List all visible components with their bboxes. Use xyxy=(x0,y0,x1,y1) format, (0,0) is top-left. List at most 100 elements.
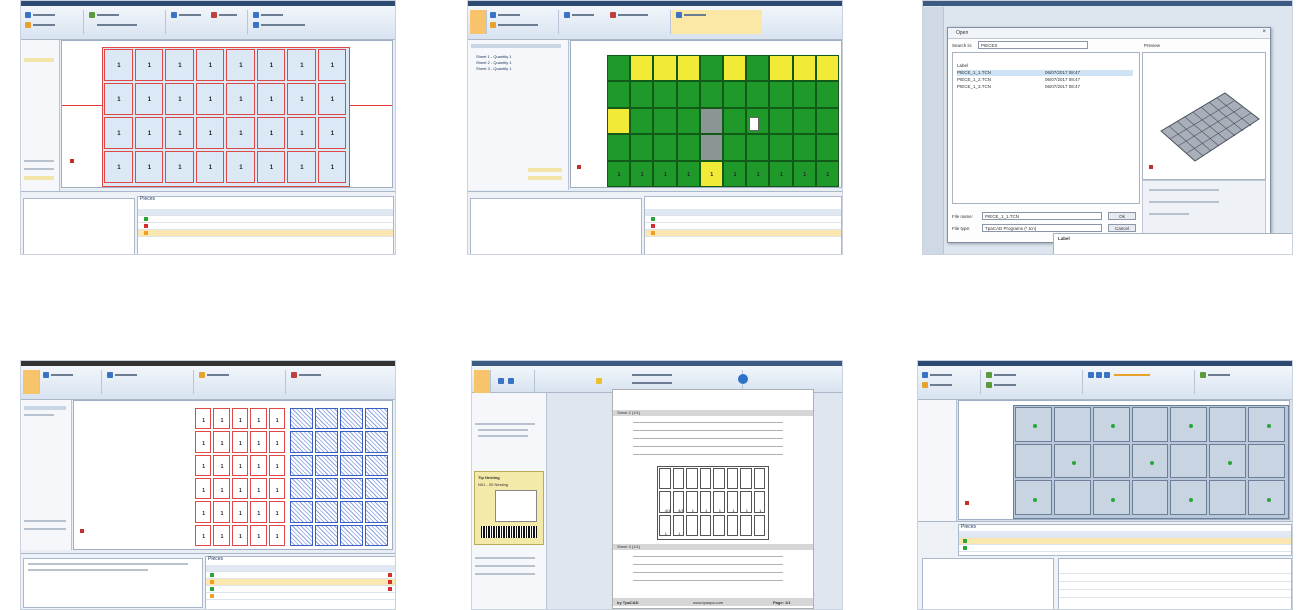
nested-piece[interactable]: 1 xyxy=(317,49,346,81)
nested-piece[interactable]: 1 xyxy=(268,431,285,453)
nested-piece[interactable] xyxy=(1131,443,1169,479)
optimize-icon[interactable] xyxy=(199,372,205,378)
nesting-canvas[interactable]: 1 1 1 1 1 1 1 1 1 1 1 1 1 1 1 1 1 1 1 1 1 1 1 1 1 1 1 1 1 1 1 1 xyxy=(61,40,393,188)
tree-item[interactable] xyxy=(478,429,528,431)
hatched-piece[interactable] xyxy=(290,501,313,523)
nested-piece[interactable] xyxy=(630,134,654,161)
hatched-piece[interactable] xyxy=(365,408,388,430)
tree-item[interactable] xyxy=(475,423,535,425)
table-row[interactable] xyxy=(138,216,393,223)
nested-piece[interactable] xyxy=(676,107,700,135)
screenshot-thumbnail-2[interactable]: Sheet 1 - Quantity 1 Sheet 2 - Quantity … xyxy=(467,0,843,255)
nested-piece[interactable] xyxy=(769,55,793,82)
nested-piece[interactable]: 1 xyxy=(213,524,230,546)
nested-piece[interactable]: 1 xyxy=(676,160,700,187)
nested-piece[interactable] xyxy=(746,81,770,108)
file-row[interactable]: PIECE_1_3.TCN 06/07/2017 08:47 xyxy=(957,84,1133,90)
nested-piece[interactable]: 1 xyxy=(268,524,285,546)
nested-piece[interactable]: 1 xyxy=(250,524,267,546)
nested-piece[interactable] xyxy=(1248,480,1285,515)
nested-piece[interactable]: 1 xyxy=(256,49,285,81)
nesting-canvas[interactable]: 1 1 1 1 1 1 1 1 1 1 1 1 1 1 1 1 1 1 1 1 1 1 1 1 1 1 1 1 1 1 xyxy=(73,400,393,550)
nested-piece[interactable]: 1 xyxy=(213,408,230,430)
nested-piece[interactable]: 1 xyxy=(231,454,249,476)
nested-piece[interactable]: 1 xyxy=(268,454,285,476)
nested-piece[interactable]: 1 xyxy=(226,117,255,149)
nested-piece[interactable]: 1 xyxy=(195,151,224,183)
new-icon[interactable] xyxy=(922,372,928,378)
view-icon[interactable] xyxy=(1096,372,1102,378)
nested-piece[interactable] xyxy=(699,55,723,82)
nested-piece[interactable]: 1 xyxy=(226,83,255,115)
tree-item[interactable] xyxy=(24,414,54,416)
nested-piece[interactable]: 1 xyxy=(213,431,230,453)
open-icon[interactable] xyxy=(922,382,928,388)
nested-piece[interactable]: 1 xyxy=(769,160,793,187)
hatched-piece[interactable] xyxy=(340,524,363,546)
hatched-piece[interactable] xyxy=(365,501,388,523)
nested-piece[interactable]: 1 xyxy=(268,478,285,500)
nested-piece[interactable] xyxy=(676,81,700,108)
nested-piece[interactable] xyxy=(1209,480,1247,515)
nested-piece[interactable]: 1 xyxy=(630,160,654,187)
new-icon[interactable] xyxy=(490,12,496,18)
ok-button[interactable]: Ok xyxy=(1108,212,1136,220)
nested-piece[interactable]: 1 xyxy=(213,454,230,476)
nested-piece[interactable]: 1 xyxy=(250,501,267,523)
nested-piece[interactable]: 1 xyxy=(226,49,255,81)
nested-piece[interactable] xyxy=(607,107,631,135)
hatched-piece[interactable] xyxy=(365,431,388,453)
first-page-icon[interactable] xyxy=(498,378,504,384)
nested-piece[interactable] xyxy=(1092,480,1130,515)
screenshot-thumbnail-4[interactable]: 1 1 1 1 1 1 1 1 1 1 1 1 1 1 1 1 1 1 1 1 1 1 1 1 1 1 1 1 1 1 Pieces xyxy=(20,360,396,610)
nested-piece[interactable] xyxy=(723,134,747,161)
nested-piece[interactable] xyxy=(1015,407,1052,442)
report-icon[interactable] xyxy=(211,12,217,18)
nested-piece[interactable] xyxy=(630,81,654,108)
nested-piece[interactable] xyxy=(792,134,816,161)
nested-piece[interactable] xyxy=(792,55,816,82)
nested-piece[interactable]: 1 xyxy=(287,83,316,115)
nested-piece[interactable] xyxy=(1170,407,1208,442)
nested-piece[interactable] xyxy=(653,107,677,135)
previous-page-icon[interactable] xyxy=(508,378,514,384)
nesting-icon[interactable] xyxy=(89,12,95,18)
panel-field[interactable] xyxy=(24,176,54,180)
pieces-table[interactable]: Pieces xyxy=(958,524,1292,556)
nested-piece[interactable]: 1 xyxy=(317,151,346,183)
open-icon[interactable] xyxy=(25,22,31,28)
nested-piece[interactable] xyxy=(815,134,839,161)
nested-piece[interactable]: 1 xyxy=(134,83,163,115)
options-icon[interactable] xyxy=(1200,372,1206,378)
tree-item[interactable]: Sheet 3 - Quantity 1 xyxy=(476,66,512,71)
nested-piece[interactable] xyxy=(1053,443,1091,479)
nested-piece[interactable]: 1 xyxy=(213,478,230,500)
filename-field[interactable]: PIECE_1_1.TCN xyxy=(982,212,1102,220)
nested-piece[interactable] xyxy=(653,81,677,108)
nested-piece[interactable] xyxy=(1131,480,1169,515)
pieces-table[interactable]: Pieces xyxy=(205,556,395,609)
nested-piece[interactable] xyxy=(1015,443,1052,479)
nested-piece[interactable] xyxy=(746,134,770,161)
nested-piece[interactable]: 1 xyxy=(231,478,249,500)
option-row[interactable] xyxy=(1149,189,1219,191)
sheet-icon[interactable] xyxy=(986,382,992,388)
nested-piece[interactable]: 1 xyxy=(226,151,255,183)
table-row[interactable] xyxy=(645,230,841,237)
nested-piece[interactable] xyxy=(1131,407,1169,442)
nested-piece[interactable] xyxy=(1053,480,1091,515)
look-in-select[interactable]: PIECES xyxy=(978,41,1088,49)
nested-piece[interactable]: 1 xyxy=(256,117,285,149)
nested-piece[interactable]: 1 xyxy=(256,83,285,115)
new-icon[interactable] xyxy=(43,372,49,378)
table-row[interactable] xyxy=(206,593,395,600)
nested-piece[interactable]: 1 xyxy=(104,151,133,183)
nested-piece[interactable] xyxy=(769,81,793,108)
nested-piece[interactable] xyxy=(653,134,677,161)
nested-piece[interactable]: 1 xyxy=(134,117,163,149)
view-icon[interactable] xyxy=(1104,372,1110,378)
nested-piece[interactable]: 1 xyxy=(134,151,163,183)
nested-piece[interactable]: 1 xyxy=(268,501,285,523)
nesting-canvas[interactable]: 1 1 1 1 1 1 1 1 1 1 xyxy=(570,40,842,188)
options-icon[interactable] xyxy=(676,12,682,18)
